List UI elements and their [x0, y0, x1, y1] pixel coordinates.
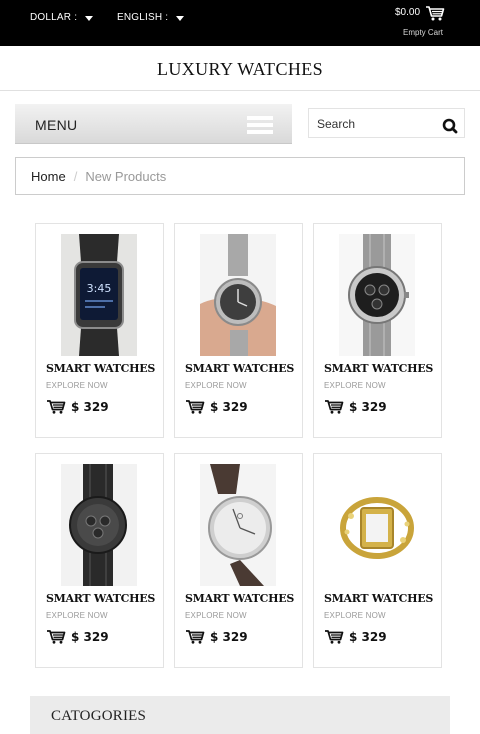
- explore-link[interactable]: EXPLORE NOW: [324, 381, 386, 390]
- menu-label: MENU: [35, 117, 78, 133]
- categories-panel: CATOGORIES: [30, 696, 450, 734]
- language-label: ENGLISH :: [117, 12, 169, 23]
- product-image-steel-chronograph[interactable]: [339, 234, 415, 356]
- product-price: $ 329: [349, 630, 387, 644]
- product-card[interactable]: SMART WATCHES EXPLORE NOW $ 329: [174, 223, 303, 438]
- cart-icon[interactable]: [46, 629, 66, 644]
- categories-title: CATOGORIES: [51, 708, 147, 724]
- product-name[interactable]: SMART WATCHES: [46, 362, 155, 375]
- svg-text:3:45: 3:45: [87, 282, 112, 295]
- hamburger-icon[interactable]: [247, 116, 273, 134]
- header-divider: [0, 90, 480, 91]
- search-input[interactable]: [317, 115, 432, 132]
- breadcrumb-home-link[interactable]: Home: [31, 169, 66, 184]
- cart-icon[interactable]: [324, 399, 344, 414]
- caret-down-icon: [176, 15, 185, 21]
- search-icon[interactable]: [442, 118, 458, 134]
- product-image-smartwatch[interactable]: 3:45: [61, 234, 137, 356]
- cart-status[interactable]: Empty Cart: [403, 28, 443, 37]
- product-image-black-chronograph[interactable]: [61, 464, 137, 586]
- cart-amount[interactable]: $0.00: [395, 7, 420, 18]
- explore-link[interactable]: EXPLORE NOW: [46, 611, 108, 620]
- product-card[interactable]: SMART WATCHES EXPLORE NOW $ 329: [313, 453, 442, 668]
- currency-dropdown[interactable]: DOLLAR :: [30, 12, 94, 23]
- menu-bar[interactable]: MENU: [15, 104, 292, 144]
- currency-label: DOLLAR :: [30, 12, 78, 23]
- breadcrumb: Home / New Products: [15, 157, 465, 195]
- search-box: [308, 108, 465, 138]
- site-title[interactable]: LUXURY WATCHES: [0, 59, 480, 80]
- breadcrumb-separator: /: [73, 168, 78, 184]
- product-card[interactable]: 3:45 SMART WATCHES EXPLORE NOW $ 329: [35, 223, 164, 438]
- product-image-gold-bangle-watch[interactable]: [339, 464, 415, 586]
- explore-link[interactable]: EXPLORE NOW: [324, 611, 386, 620]
- explore-link[interactable]: EXPLORE NOW: [185, 611, 247, 620]
- product-name[interactable]: SMART WATCHES: [185, 362, 294, 375]
- product-name[interactable]: SMART WATCHES: [185, 592, 294, 605]
- cart-icon[interactable]: [46, 399, 66, 414]
- shopping-cart-icon[interactable]: [425, 5, 445, 21]
- product-image-wrist-watch[interactable]: [200, 234, 276, 356]
- product-name[interactable]: SMART WATCHES: [46, 592, 155, 605]
- cart-icon[interactable]: [185, 399, 205, 414]
- top-bar: DOLLAR : ENGLISH : $0.00 Empty Cart: [0, 0, 480, 46]
- breadcrumb-current: New Products: [85, 168, 167, 184]
- cart-icon[interactable]: [324, 629, 344, 644]
- explore-link[interactable]: EXPLORE NOW: [46, 381, 108, 390]
- explore-link[interactable]: EXPLORE NOW: [185, 381, 247, 390]
- product-price: $ 329: [349, 400, 387, 414]
- language-dropdown[interactable]: ENGLISH :: [117, 12, 185, 23]
- caret-down-icon: [85, 15, 94, 21]
- product-price: $ 329: [210, 400, 248, 414]
- product-name[interactable]: SMART WATCHES: [324, 362, 433, 375]
- product-card[interactable]: SMART WATCHES EXPLORE NOW $ 329: [313, 223, 442, 438]
- product-card[interactable]: SMART WATCHES EXPLORE NOW $ 329: [174, 453, 303, 668]
- product-card[interactable]: SMART WATCHES EXPLORE NOW $ 329: [35, 453, 164, 668]
- cart-icon[interactable]: [185, 629, 205, 644]
- product-price: $ 329: [71, 400, 109, 414]
- product-price: $ 329: [210, 630, 248, 644]
- product-image-white-dial-watch[interactable]: [200, 464, 276, 586]
- product-price: $ 329: [71, 630, 109, 644]
- product-name[interactable]: SMART WATCHES: [324, 592, 433, 605]
